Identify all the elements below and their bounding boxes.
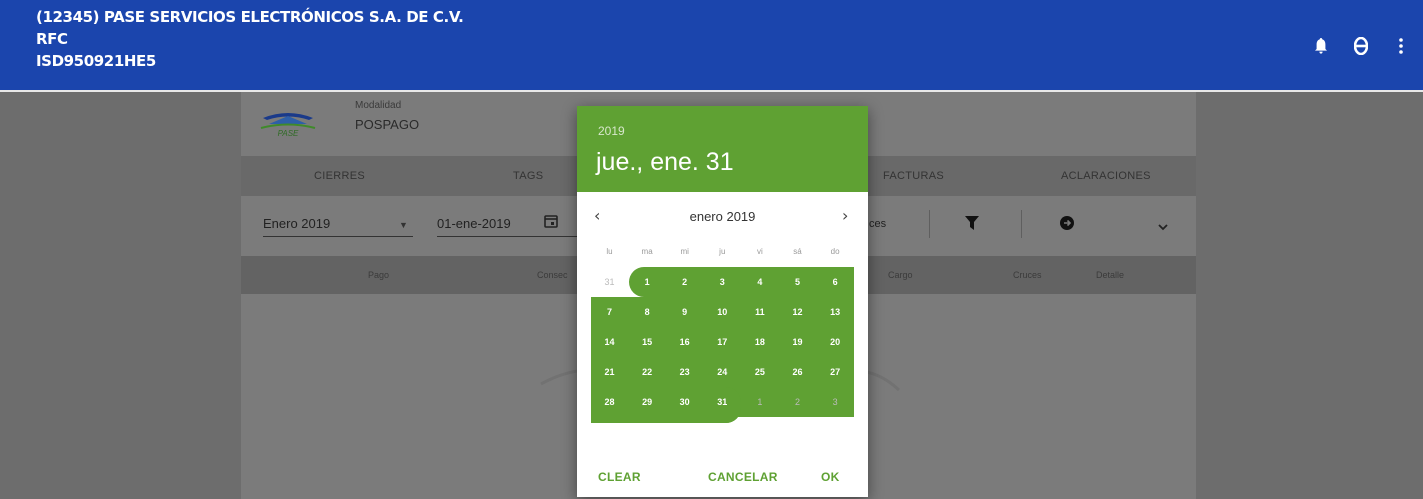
period-underline <box>263 236 413 237</box>
calendar-day[interactable]: 29 <box>629 387 666 417</box>
arrow-circle-icon[interactable] <box>1060 216 1074 235</box>
calendar-day[interactable]: 13 <box>817 297 854 327</box>
weekday-label: lu <box>606 247 613 256</box>
calendar-day[interactable]: 14 <box>591 327 628 357</box>
cancel-button[interactable]: CANCELAR <box>708 470 778 484</box>
pase-logo: PASE <box>257 104 319 140</box>
tab-facturas[interactable]: FACTURAS <box>883 170 944 182</box>
calendar-day-outside[interactable]: 3 <box>817 387 854 417</box>
weekday-label: mi <box>680 247 689 256</box>
partial-filter-label: ces <box>869 218 887 230</box>
calendar-day[interactable]: 25 <box>741 357 778 387</box>
date-underline <box>437 236 577 237</box>
calendar-day[interactable]: 3 <box>704 267 741 297</box>
calendar-day[interactable]: 18 <box>741 327 778 357</box>
weekday-label: do <box>830 247 840 256</box>
column-header-detalle: Detalle <box>1096 270 1125 280</box>
calendar-day[interactable]: 20 <box>817 327 854 357</box>
weekday-label: ju <box>719 247 726 256</box>
calendar-day[interactable]: 11 <box>741 297 778 327</box>
period-select[interactable]: Enero 2019 <box>263 216 330 231</box>
next-month-icon[interactable]: › <box>842 206 848 225</box>
calendar-day[interactable]: 4 <box>741 267 778 297</box>
calendar-day[interactable]: 15 <box>629 327 666 357</box>
calendar-day[interactable]: 16 <box>666 327 703 357</box>
calendar-day[interactable]: 30 <box>666 387 703 417</box>
calendar-day[interactable]: 7 <box>591 297 628 327</box>
calendar-day[interactable]: 26 <box>779 357 816 387</box>
divider <box>1021 210 1022 238</box>
account-icon[interactable] <box>1353 36 1369 56</box>
weekday-label: vi <box>757 247 763 256</box>
modality-label: Modalidad <box>355 100 402 111</box>
calendar-day[interactable]: 21 <box>591 357 628 387</box>
chevron-down-icon[interactable] <box>1158 218 1168 236</box>
chevron-down-icon[interactable]: ▼ <box>399 220 408 230</box>
calendar-day[interactable]: 5 <box>779 267 816 297</box>
calendar-day[interactable]: 6 <box>817 267 854 297</box>
calendar-day[interactable]: 9 <box>666 297 703 327</box>
column-header-consec: Consec <box>537 270 568 280</box>
weekday-label: sá <box>793 247 802 256</box>
picker-year[interactable]: 2019 <box>598 124 625 138</box>
column-header-cargo: Cargo <box>888 270 913 280</box>
tab-tags[interactable]: TAGS <box>513 170 543 182</box>
calendar-day[interactable]: 23 <box>666 357 703 387</box>
divider <box>929 210 930 238</box>
bell-icon[interactable] <box>1313 36 1329 56</box>
calendar-day[interactable]: 24 <box>704 357 741 387</box>
rfc-value: ISD950921HE5 <box>36 52 156 70</box>
ok-button[interactable]: OK <box>821 470 840 484</box>
logo-text: PASE <box>278 129 299 138</box>
date-picker-header: 2019 jue., ene. 31 <box>577 106 868 192</box>
calendar-day[interactable]: 8 <box>629 297 666 327</box>
tab-aclaraciones[interactable]: ACLARACIONES <box>1061 170 1151 182</box>
tab-cierres[interactable]: CIERRES <box>314 170 365 182</box>
calendar-day[interactable]: 27 <box>817 357 854 387</box>
calendar-icon[interactable] <box>544 214 558 233</box>
clear-button[interactable]: CLEAR <box>598 470 641 484</box>
column-header-cruces: Cruces <box>1013 270 1042 280</box>
calendar-day[interactable]: 17 <box>704 327 741 357</box>
calendar-day[interactable]: 19 <box>779 327 816 357</box>
calendar-day[interactable]: 12 <box>779 297 816 327</box>
date-picker-dialog: 2019 jue., ene. 31 ‹ enero 2019 › lu ma mi… <box>577 106 868 497</box>
filter-icon[interactable] <box>965 216 979 235</box>
more-vert-icon[interactable] <box>1393 36 1409 56</box>
picker-selected-date[interactable]: jue., ene. 31 <box>596 148 734 177</box>
calendar-day[interactable]: 28 <box>591 387 628 417</box>
calendar-day-outside[interactable]: 2 <box>779 387 816 417</box>
header-title-block: (12345) PASE SERVICIOS ELECTRÓNICOS S.A.… <box>36 6 464 72</box>
column-header-pago: Pago <box>368 270 390 280</box>
month-label: enero 2019 <box>689 209 756 224</box>
calendar-day[interactable]: 2 <box>666 267 703 297</box>
modality-value: POSPAGO <box>355 117 420 132</box>
top-app-bar: (12345) PASE SERVICIOS ELECTRÓNICOS S.A.… <box>0 0 1423 92</box>
header-actions <box>1313 36 1409 56</box>
calendar-day[interactable]: 10 <box>704 297 741 327</box>
rfc-label: RFC <box>36 30 68 48</box>
calendar-day[interactable]: 31 <box>704 387 741 417</box>
weekday-label: ma <box>641 247 653 256</box>
company-name: (12345) PASE SERVICIOS ELECTRÓNICOS S.A.… <box>36 8 464 26</box>
calendar-day[interactable]: 22 <box>629 357 666 387</box>
calendar-day-outside[interactable]: 31 <box>591 267 628 297</box>
date-field[interactable]: 01-ene-2019 <box>437 216 511 231</box>
calendar-day[interactable]: 1 <box>629 267 666 297</box>
calendar-day-outside[interactable]: 1 <box>741 387 778 417</box>
